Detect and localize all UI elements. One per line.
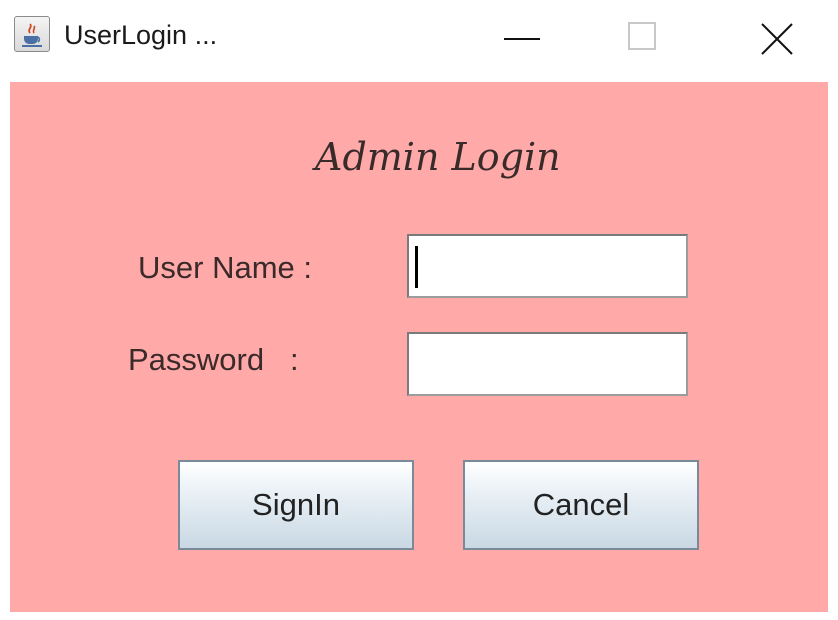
title-bar[interactable]: UserLogin ... (0, 0, 838, 82)
maximize-icon (628, 22, 656, 50)
maximize-button[interactable] (586, 0, 698, 82)
password-label: Password : (128, 342, 299, 377)
java-coffee-cup-icon[interactable] (14, 16, 50, 52)
login-window: UserLogin ... Admin Login User Name : Pa… (0, 0, 838, 620)
minimize-button[interactable] (466, 0, 578, 82)
login-panel: Admin Login User Name : Password : SignI… (10, 82, 828, 612)
text-caret (415, 246, 418, 288)
signin-button[interactable]: SignIn (178, 460, 414, 550)
close-icon (761, 23, 793, 55)
password-field[interactable] (407, 332, 688, 396)
username-label: User Name : (138, 250, 312, 285)
username-field[interactable] (407, 234, 688, 298)
cancel-button[interactable]: Cancel (463, 460, 699, 550)
close-button[interactable] (722, 0, 834, 82)
window-title: UserLogin ... (64, 20, 218, 50)
page-title: Admin Login (315, 135, 561, 179)
minimize-icon (504, 38, 540, 40)
